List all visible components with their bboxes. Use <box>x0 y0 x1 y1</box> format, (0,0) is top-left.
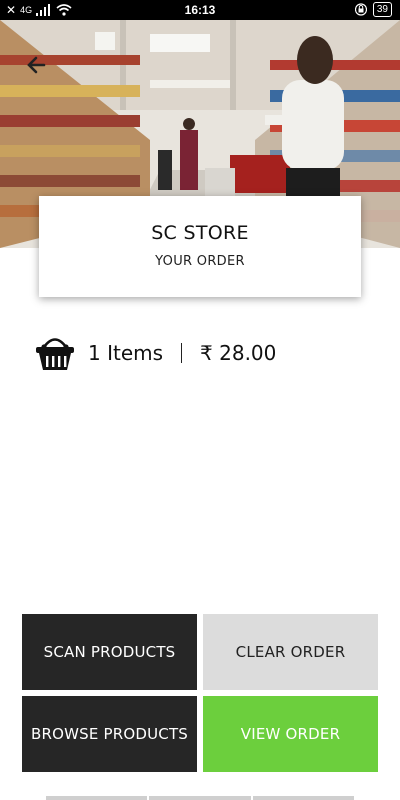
item-count: 1 Items <box>88 341 164 365</box>
view-order-button[interactable]: VIEW ORDER <box>203 696 378 772</box>
status-time: 16:13 <box>184 3 216 17</box>
lock-icon <box>354 3 367 16</box>
store-name: SC STORE <box>151 222 249 244</box>
clear-order-button[interactable]: CLEAR ORDER <box>203 614 378 690</box>
scan-products-button[interactable]: SCAN PRODUCTS <box>22 614 197 690</box>
bottom-tab-segment <box>149 796 251 800</box>
status-bar: ✕ 4G 16:13 39 <box>0 0 400 20</box>
order-summary: 1 Items ₹ 28.00 <box>34 330 276 376</box>
bottom-tab-segment <box>46 796 148 800</box>
battery-indicator: 39 <box>372 2 392 17</box>
bottom-indicator <box>46 796 354 800</box>
status-right-icons: 39 <box>354 2 392 17</box>
basket-icon <box>36 338 74 370</box>
summary-divider <box>181 343 183 363</box>
bottom-tab-segment <box>252 796 354 800</box>
order-subtitle: YOUR ORDER <box>155 254 245 269</box>
store-info-card: SC STORE YOUR ORDER <box>39 196 361 297</box>
order-total: ₹ 28.00 <box>200 341 277 365</box>
browse-products-button[interactable]: BROWSE PRODUCTS <box>22 696 197 772</box>
back-arrow-icon[interactable] <box>22 50 52 80</box>
